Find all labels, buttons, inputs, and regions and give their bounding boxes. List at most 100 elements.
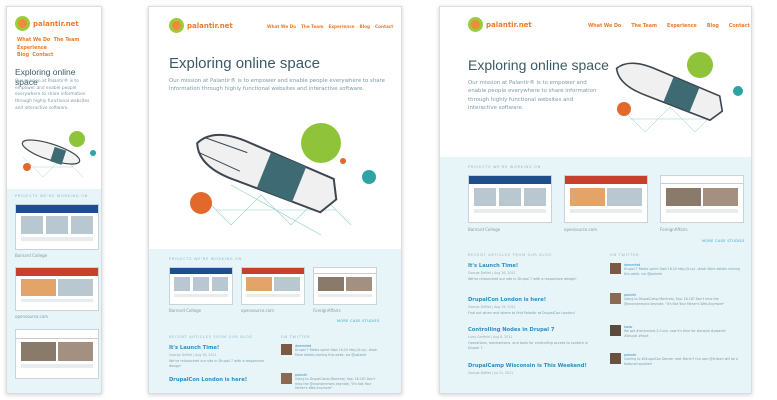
projects-section: PROJECTS WE'RE WORKING ON Barnard Colleg… bbox=[440, 157, 751, 393]
tweet-item: damented Drupal 7 Media sprint Sept 16-20… bbox=[610, 263, 740, 276]
desktop-layout-frame: palantir.net What We Do The Team Experie… bbox=[439, 6, 752, 394]
project-thumbnail-opensource[interactable] bbox=[564, 175, 648, 223]
projects-label: PROJECTS WE'RE WORKING ON bbox=[15, 194, 88, 198]
post-meta: George DeMet | Jul 21, 2011 bbox=[468, 371, 514, 375]
rocket-illustration bbox=[21, 131, 96, 178]
site-nav: What We Do The Team Experience Blog Cont… bbox=[588, 24, 750, 29]
post-excerpt: We've relaunched our site in Drupal 7 wi… bbox=[169, 359, 264, 368]
tweet-item: palantir Going to DrupalCamp Montreal, Se… bbox=[610, 293, 740, 306]
project-thumbnail-opensource[interactable] bbox=[15, 267, 99, 311]
post-excerpt: Find out when and where to find Palantir… bbox=[468, 311, 575, 315]
tweet-text: Going to DrupalCamp Montreal, Sep. 16-18… bbox=[624, 297, 725, 306]
tablet-layout-frame: palantir.net What We Do The Team Experie… bbox=[148, 6, 402, 394]
project-caption-barnard[interactable]: Barnard College bbox=[468, 227, 500, 232]
project-thumbnail-barnard[interactable] bbox=[468, 175, 552, 223]
logo-text: palantir.net bbox=[187, 21, 233, 30]
post-title-launch[interactable]: It's Launch Time! bbox=[468, 263, 518, 269]
twitter-label: ON TWITTER bbox=[610, 253, 640, 257]
tweet-item: palantir Coming to #DrupalCon Denver next… bbox=[610, 353, 740, 366]
tweet-text: Drupal 7 Media sprint Sept 16-20 http://… bbox=[624, 267, 740, 276]
rocket-illustration bbox=[190, 123, 376, 236]
avatar[interactable] bbox=[610, 263, 621, 274]
nav-what-we-do[interactable]: What We Do bbox=[267, 24, 296, 29]
more-case-studies-link[interactable]: MORE CASE STUDIES bbox=[702, 239, 745, 243]
mission-text: Our mission at Palantir® is to empower a… bbox=[15, 79, 90, 111]
project-caption-foreignaffairs[interactable]: ForeignAffairs bbox=[660, 227, 688, 232]
projects-label: PROJECTS WE'RE WORKING ON bbox=[468, 165, 541, 169]
nav-contact[interactable]: Contact bbox=[729, 24, 750, 29]
mission-text: Our mission at Palantir® is to empower a… bbox=[468, 80, 597, 112]
mission-text: Our mission at Palantir® is to empower a… bbox=[169, 78, 385, 93]
nav-the-team[interactable]: The Team bbox=[54, 38, 80, 43]
nav-blog[interactable]: Blog bbox=[360, 24, 371, 29]
nav-contact[interactable]: Contact bbox=[375, 24, 393, 29]
post-excerpt: Operations, mechanisms, and tools for co… bbox=[468, 341, 588, 350]
project-thumbnail-opensource[interactable] bbox=[241, 267, 305, 305]
tweet-text: Drupal 7 Media sprint Sept 16-20 http://… bbox=[295, 348, 378, 357]
more-case-studies-link[interactable]: MORE CASE STUDIES bbox=[337, 319, 380, 323]
nav-experience[interactable]: Experience bbox=[17, 46, 47, 51]
logo-text: palantir.net bbox=[486, 20, 532, 29]
logo-icon bbox=[15, 16, 30, 31]
project-thumbnail-foreignaffairs[interactable] bbox=[660, 175, 744, 223]
post-meta: Larry Garfield | Aug 8, 2011 bbox=[468, 335, 513, 339]
post-title-launch[interactable]: It's Launch Time! bbox=[169, 345, 219, 351]
tweet-item: palantir Going to DrupalCamp Montreal, Se… bbox=[281, 373, 381, 390]
site-logo[interactable]: palantir.net bbox=[169, 18, 233, 33]
tweet-text: Coming to #DrupalCon Denver next March? … bbox=[624, 357, 738, 366]
site-logo[interactable]: palantir.net bbox=[15, 16, 79, 31]
project-caption-foreignaffairs[interactable]: ForeignAffairs bbox=[313, 308, 341, 313]
site-nav: What We Do The Team Experience Blog Cont… bbox=[267, 24, 393, 29]
project-thumbnail-foreignaffairs[interactable] bbox=[313, 267, 377, 305]
nav-contact[interactable]: Contact bbox=[32, 53, 53, 58]
tweet-item: kwoo We got #ionfunnels 2.0 out, now it's… bbox=[610, 325, 740, 338]
page-title: Exploring online space bbox=[169, 55, 320, 72]
project-caption-opensource[interactable]: opensource.com bbox=[15, 314, 48, 319]
tweet-item: damented Drupal 7 Media sprint Sept 16-20… bbox=[281, 344, 381, 357]
avatar[interactable] bbox=[610, 293, 621, 304]
blog-label: RECENT ARTICLES FROM OUR BLOG bbox=[169, 335, 253, 339]
project-caption-opensource[interactable]: opensource.com bbox=[241, 308, 274, 313]
post-title-drupalcamp-wisconsin[interactable]: DrupalCamp Wisconsin is This Weekend! bbox=[468, 363, 587, 369]
rocket-illustration bbox=[615, 52, 743, 133]
projects-section: PROJECTS WE'RE WORKING ON Barnard Colleg… bbox=[149, 249, 401, 393]
mobile-layout-frame: palantir.net What We Do The Team Experie… bbox=[6, 6, 102, 394]
nav-the-team[interactable]: The Team bbox=[301, 24, 323, 29]
post-title-controlling-nodes[interactable]: Controlling Nodes in Drupal 7 bbox=[468, 327, 555, 333]
nav-blog[interactable]: Blog bbox=[707, 24, 719, 29]
avatar[interactable] bbox=[281, 344, 292, 355]
logo-text: palantir.net bbox=[33, 19, 79, 28]
tweet-text: Going to DrupalCamp Montreal, Sep. 16-18… bbox=[295, 377, 376, 390]
project-thumbnail-barnard[interactable] bbox=[169, 267, 233, 305]
twitter-label: ON TWITTER bbox=[281, 335, 311, 339]
projects-label: PROJECTS WE'RE WORKING ON bbox=[169, 257, 242, 261]
nav-blog[interactable]: Blog bbox=[17, 53, 29, 58]
post-title-drupalcon-london[interactable]: DrupalCon London is here! bbox=[169, 377, 247, 383]
post-meta: George DeMet | Aug 26, 2011 bbox=[169, 353, 217, 357]
nav-the-team[interactable]: The Team bbox=[631, 24, 657, 29]
nav-experience[interactable]: Experience bbox=[328, 24, 354, 29]
page-title: Exploring online space bbox=[468, 57, 609, 73]
site-logo[interactable]: palantir.net bbox=[468, 17, 532, 32]
avatar[interactable] bbox=[610, 325, 621, 336]
project-caption-opensource[interactable]: opensource.com bbox=[564, 227, 597, 232]
nav-what-we-do[interactable]: What We Do bbox=[588, 24, 621, 29]
projects-section: PROJECTS WE'RE WORKING ON Barnard Colleg… bbox=[7, 189, 101, 393]
post-meta: George DeMet | Aug 26, 2011 bbox=[468, 271, 516, 275]
project-thumbnail-foreignaffairs[interactable] bbox=[15, 329, 99, 379]
project-thumbnail-barnard[interactable] bbox=[15, 204, 99, 250]
logo-icon bbox=[468, 17, 483, 32]
post-meta: George DeMet | Aug 19, 2011 bbox=[468, 305, 516, 309]
nav-experience[interactable]: Experience bbox=[667, 24, 697, 29]
avatar[interactable] bbox=[610, 353, 621, 364]
blog-label: RECENT ARTICLES FROM OUR BLOG bbox=[468, 253, 552, 257]
logo-icon bbox=[169, 18, 184, 33]
post-title-drupalcon-london[interactable]: DrupalCon London is here! bbox=[468, 297, 546, 303]
avatar[interactable] bbox=[281, 373, 292, 384]
project-caption-barnard[interactable]: Barnard College bbox=[169, 308, 201, 313]
post-excerpt: We've relaunched our site in Drupal 7 wi… bbox=[468, 277, 577, 281]
tweet-text: We got #ionfunnels 2.0 out, now it's tim… bbox=[624, 329, 726, 338]
nav-what-we-do[interactable]: What We Do bbox=[17, 38, 50, 43]
site-nav: What We Do The Team Experience Blog Cont… bbox=[17, 37, 97, 60]
project-caption-barnard[interactable]: Barnard College bbox=[15, 253, 47, 258]
